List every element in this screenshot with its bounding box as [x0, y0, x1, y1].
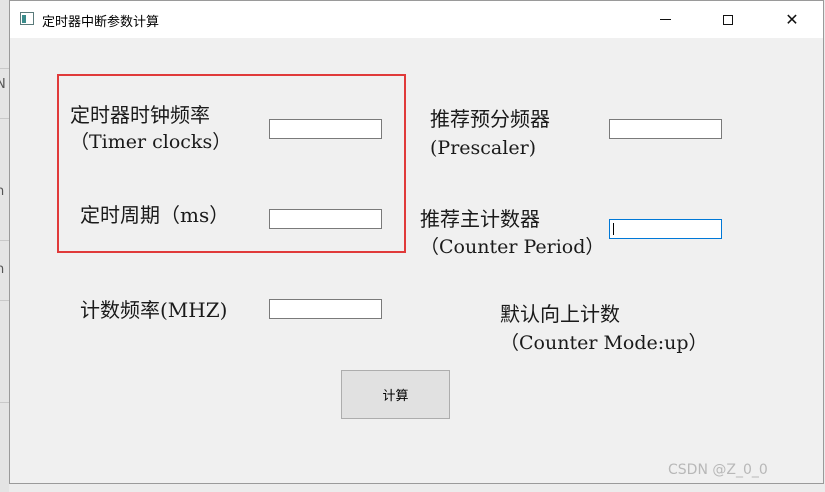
close-icon: ✕ [785, 10, 799, 29]
timer-clock-input[interactable] [269, 119, 382, 139]
prescaler-label-en: (Prescaler) [430, 137, 537, 159]
counter-mode-label-en: （Counter Mode:up） [500, 332, 708, 354]
title-bar[interactable]: 定时器中断参数计算 ✕ [10, 1, 823, 38]
csdn-watermark: CSDN @Z_0_0 [668, 462, 768, 478]
maximize-button[interactable] [705, 1, 751, 38]
counter-period-label: 推荐主计数器 [420, 207, 540, 231]
side-glyph: n [0, 184, 5, 199]
minimize-button[interactable] [642, 1, 688, 38]
period-label: 定时周期（ms） [80, 203, 230, 227]
counter-period-output[interactable] [609, 219, 722, 239]
timer-clock-label-en: （Timer clocks） [70, 131, 232, 153]
prescaler-label: 推荐预分频器 [430, 107, 550, 131]
count-frequency-input[interactable] [269, 299, 382, 319]
prescaler-output[interactable] [609, 119, 722, 139]
background-window-edge: N n n [0, 0, 9, 492]
timer-clock-label: 定时器时钟频率 [70, 103, 210, 127]
window-title: 定时器中断参数计算 [42, 15, 160, 30]
count-frequency-label: 计数频率(MHZ) [80, 298, 228, 322]
minimize-icon [659, 19, 671, 20]
side-glyph: n [0, 262, 5, 277]
text-caret [613, 223, 614, 235]
counter-mode-label: 默认向上计数 [500, 302, 620, 326]
maximize-icon [723, 14, 733, 25]
close-button[interactable]: ✕ [769, 1, 815, 38]
counter-period-label-en: （Counter Period） [420, 236, 605, 258]
calculator-window: 定时器中断参数计算 ✕ 定时器时钟频率 （Timer clocks） 定时周期（… [9, 0, 824, 484]
side-glyph: N [0, 77, 6, 92]
period-input[interactable] [269, 209, 382, 229]
calculate-button[interactable]: 计算 [341, 370, 450, 419]
app-icon [20, 12, 34, 25]
